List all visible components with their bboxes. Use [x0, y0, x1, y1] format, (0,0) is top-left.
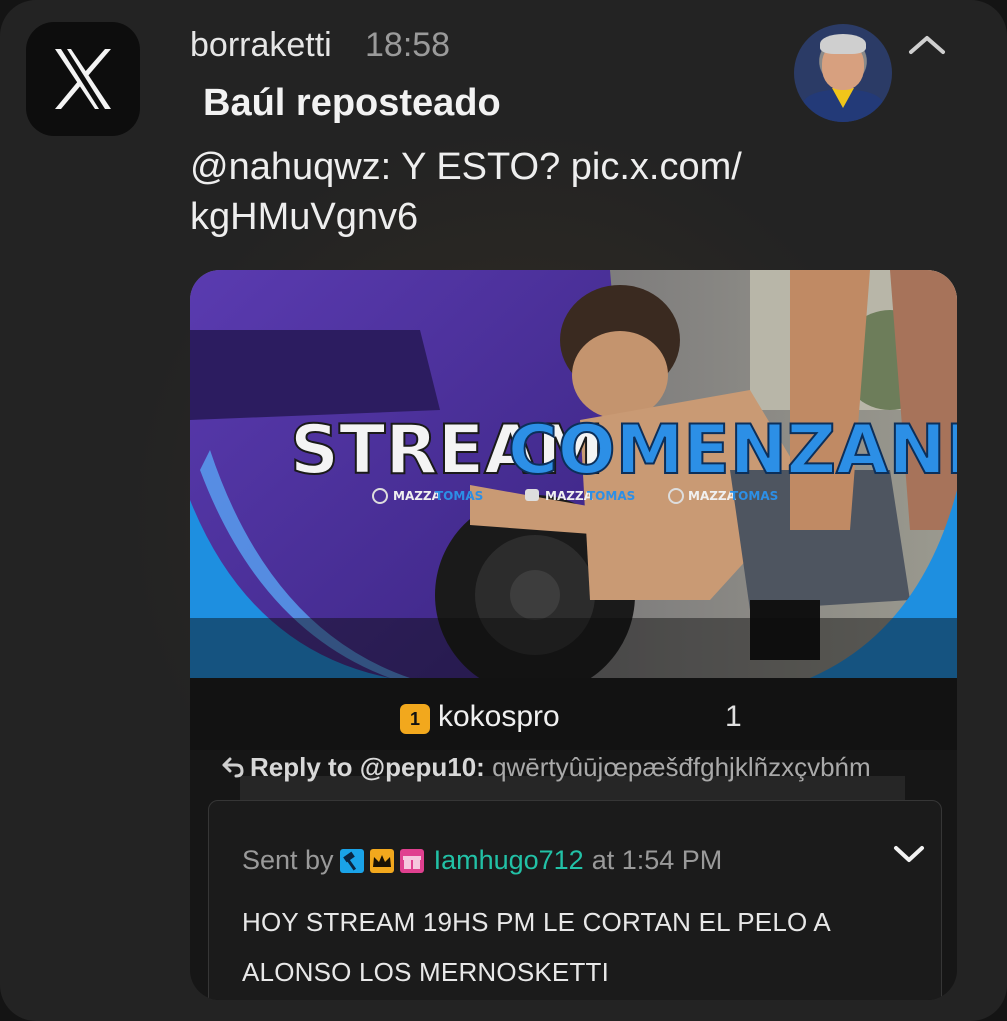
notification-card[interactable]: borraketti 18:58 Baúl reposteado @nahuqw… — [0, 0, 1007, 1021]
x-logo-icon — [26, 22, 140, 136]
reply-icon — [222, 757, 244, 778]
sent-by-label: Sent by — [242, 845, 334, 875]
youtube-icon — [525, 489, 539, 501]
message-card[interactable]: Sent by Iamhugo712 at 1:54 PM HOY STREAM… — [208, 800, 942, 1000]
social-suffix: TOMAS — [435, 489, 483, 503]
avatar — [794, 24, 892, 122]
notification-sender: borraketti — [190, 26, 332, 64]
chat-username: kokospro — [438, 700, 560, 733]
social-suffix: TOMAS — [730, 489, 778, 503]
chevron-down-icon[interactable] — [891, 841, 927, 867]
rank-badge-icon: 1 — [400, 704, 430, 734]
gift-icon — [399, 848, 424, 873]
chat-count: 1 — [725, 700, 742, 733]
notification-body: @nahuqwz: Y ESTO? pic.x.com/ kgHMuVgnv6 — [190, 146, 742, 238]
message-time: at 1:54 PM — [591, 845, 723, 875]
chevron-up-icon[interactable] — [905, 30, 949, 60]
notification-time: 18:58 — [365, 26, 451, 64]
stream-banner-image: STREAM COMENZANDO MAZZA TOMAS MAZZA TOMA… — [190, 270, 957, 678]
notification-title: Baúl reposteado — [203, 82, 501, 124]
sent-by-row: Sent by Iamhugo712 at 1:54 PM — [242, 845, 722, 876]
hammer-icon — [339, 848, 364, 873]
media-preview[interactable]: STREAM COMENZANDO MAZZA TOMAS MAZZA TOMA… — [190, 270, 957, 1000]
banner-headline-blue: COMENZANDO — [508, 411, 957, 490]
message-username[interactable]: Iamhugo712 — [434, 845, 584, 876]
chat-bar: 1 kokospro 1 — [190, 678, 957, 750]
reply-line: Reply to @pepu10: qwērtyûūjœpæšđfghjklñz… — [220, 752, 871, 788]
reply-text: qwērtyûūjœpæšđfghjklñzxçvbńm — [492, 752, 871, 782]
social-suffix: TOMAS — [587, 489, 635, 503]
reply-label: Reply to @pepu10: — [250, 752, 485, 782]
message-text: HOY STREAM 19HS PM LE CORTAN EL PELO A A… — [242, 907, 830, 987]
crown-icon — [369, 848, 394, 873]
